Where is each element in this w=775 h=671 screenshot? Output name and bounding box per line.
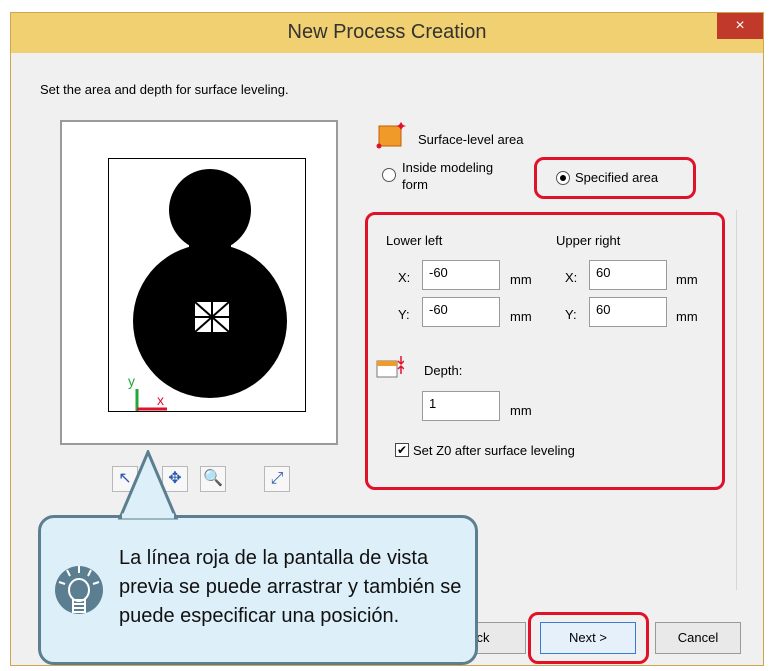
tip-callout: La línea roja de la pantalla de vista pr…	[38, 515, 478, 665]
separator-line	[736, 210, 737, 590]
set-z0-label[interactable]: Set Z0 after surface leveling	[413, 443, 575, 458]
depth-input[interactable]: 1	[422, 391, 500, 421]
upper-right-label: Upper right	[556, 233, 621, 248]
upper-right-y-unit: mm	[676, 309, 698, 324]
tip-text: La línea roja de la pantalla de vista pr…	[119, 547, 462, 627]
model-silhouette: y x	[128, 169, 287, 411]
inside-modeling-form-radio[interactable]	[382, 168, 396, 182]
upper-right-y-label: Y:	[565, 307, 577, 322]
specified-area-radio[interactable]	[556, 171, 570, 185]
tip-callout-tail	[117, 450, 179, 520]
lightbulb-icon	[55, 560, 103, 620]
lower-left-y-label: Y:	[398, 307, 410, 322]
upper-right-x-label: X:	[565, 270, 578, 285]
depth-icon	[376, 356, 405, 380]
instruction-text: Set the area and depth for surface level…	[40, 82, 289, 97]
upper-right-x-input[interactable]: 60	[589, 260, 667, 290]
dialog-title: New Process Creation	[287, 21, 487, 43]
upper-right-y-input[interactable]: 60	[589, 297, 667, 327]
surface-level-area-icon	[376, 120, 406, 150]
specified-area-label[interactable]: Specified area	[575, 170, 658, 185]
next-button-highlight	[528, 612, 649, 664]
fit-tool-icon[interactable]: ⤢	[264, 466, 290, 492]
lower-left-x-input[interactable]: -60	[422, 260, 500, 290]
inside-modeling-form-label-2[interactable]: form	[402, 177, 428, 192]
lower-left-y-input[interactable]: -60	[422, 297, 500, 327]
lower-left-x-unit: mm	[510, 272, 532, 287]
depth-label: Depth:	[424, 363, 463, 378]
y-axis-label: y	[128, 373, 135, 389]
surface-level-area-label: Surface-level area	[418, 132, 524, 147]
x-axis-label: x	[157, 392, 164, 408]
depth-unit: mm	[510, 403, 532, 418]
zoom-tool-icon[interactable]: 🔍	[200, 466, 226, 492]
preview-panel[interactable]: y x	[60, 120, 338, 445]
inside-modeling-form-label-1[interactable]: Inside modeling	[402, 160, 493, 175]
cancel-button[interactable]: Cancel	[655, 622, 741, 654]
preview-canvas[interactable]: y x	[108, 158, 306, 412]
close-button[interactable]: ×	[717, 13, 763, 39]
title-bar: New Process Creation ×	[11, 13, 763, 53]
upper-right-x-unit: mm	[676, 272, 698, 287]
set-z0-checkbox[interactable]: ✔	[395, 443, 409, 457]
lower-left-y-unit: mm	[510, 309, 532, 324]
lower-left-label: Lower left	[386, 233, 443, 248]
lower-left-x-label: X:	[398, 270, 411, 285]
